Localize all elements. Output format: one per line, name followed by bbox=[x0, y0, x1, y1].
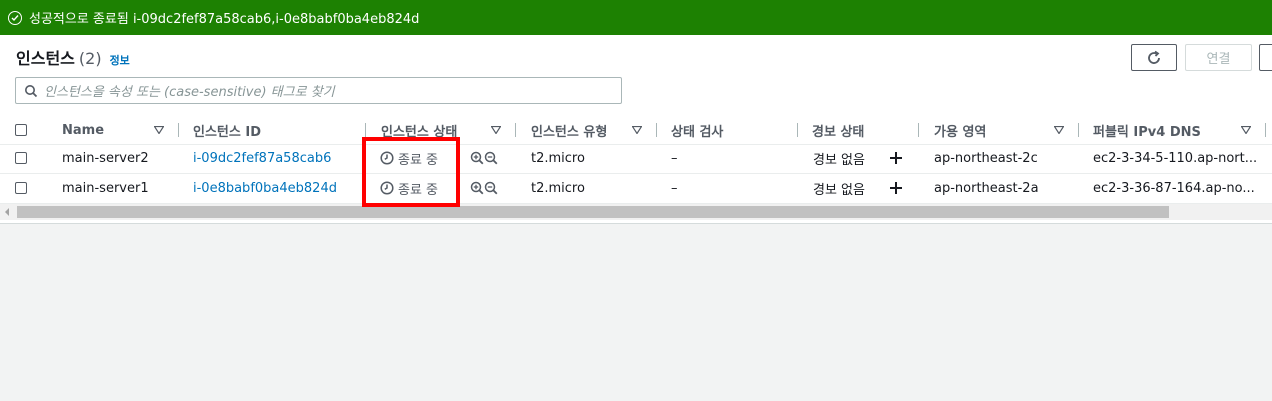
zoom-buttons bbox=[470, 173, 498, 203]
cell-instance-type: t2.micro bbox=[531, 180, 585, 196]
add-alarm-icon[interactable] bbox=[889, 143, 903, 173]
column-name[interactable]: Name bbox=[62, 116, 104, 144]
table-row[interactable]: main-server1 i-0e8babf0ba4eb824d 종료 중 t2… bbox=[0, 173, 1272, 204]
column-status-check[interactable]: 상태 검사 bbox=[671, 116, 723, 144]
refresh-icon bbox=[1148, 50, 1160, 64]
column-divider[interactable] bbox=[656, 123, 657, 137]
cell-instance-id-link[interactable]: i-0e8babf0ba4eb824d bbox=[193, 173, 337, 203]
column-divider[interactable] bbox=[178, 123, 179, 137]
column-divider[interactable] bbox=[797, 123, 798, 137]
table-header: Name 인스턴스 ID 인스턴스 상태 인스턴스 유형 상태 검사 경보 상태… bbox=[0, 116, 1272, 145]
cell-instance-id-link[interactable]: i-09dc2fef87a58cab6 bbox=[193, 143, 331, 173]
column-divider[interactable] bbox=[365, 123, 366, 137]
zoom-in-icon[interactable] bbox=[470, 151, 484, 165]
sort-icon[interactable] bbox=[1241, 116, 1251, 144]
cell-availability-zone: ap-northeast-2c bbox=[934, 150, 1038, 166]
column-divider[interactable] bbox=[1078, 123, 1079, 137]
cell-status-check: – bbox=[671, 180, 678, 196]
search-input[interactable]: 인스턴스을 속성 또는 (case-sensitive) 태그로 찾기 bbox=[15, 77, 622, 104]
sort-icon[interactable] bbox=[491, 116, 501, 144]
instances-panel: 인스턴스 (2) 정보 연결 인스턴스을 속성 또는 (case-sensitive… bbox=[0, 35, 1272, 224]
sort-icon[interactable] bbox=[632, 116, 642, 144]
highlight-box bbox=[362, 137, 460, 207]
add-alarm-icon[interactable] bbox=[889, 173, 903, 203]
horizontal-scrollbar[interactable] bbox=[0, 204, 1272, 220]
cell-instance-type: t2.micro bbox=[531, 150, 585, 166]
cell-availability-zone: ap-northeast-2a bbox=[934, 180, 1039, 196]
row-checkbox[interactable] bbox=[15, 182, 27, 194]
scrollbar-thumb[interactable] bbox=[17, 206, 1169, 218]
column-instance-type[interactable]: 인스턴스 유형 bbox=[531, 116, 607, 144]
column-availability-zone[interactable]: 가용 영역 bbox=[934, 116, 986, 144]
cell-public-dns: ec2-3-34-5-110.ap-nort... bbox=[1093, 150, 1258, 166]
connect-button[interactable]: 연결 bbox=[1185, 44, 1252, 71]
row-checkbox[interactable] bbox=[15, 152, 27, 164]
column-divider[interactable] bbox=[515, 123, 516, 137]
cell-name: main-server1 bbox=[62, 180, 149, 196]
actions-button[interactable] bbox=[1259, 44, 1272, 71]
cell-alarm-status: 경보 없음 bbox=[813, 152, 865, 168]
search-placeholder: 인스턴스을 속성 또는 (case-sensitive) 태그로 찾기 bbox=[44, 85, 335, 100]
info-link[interactable]: 정보 bbox=[110, 54, 130, 67]
column-divider[interactable] bbox=[1265, 123, 1266, 137]
title-text: 인스턴스 bbox=[16, 49, 75, 68]
refresh-button[interactable] bbox=[1131, 44, 1177, 71]
zoom-out-icon[interactable] bbox=[484, 181, 498, 195]
select-all-checkbox[interactable] bbox=[15, 124, 27, 136]
cell-public-dns: ec2-3-36-87-164.ap-no... bbox=[1093, 180, 1255, 196]
column-public-dns[interactable]: 퍼블릭 IPv4 DNS bbox=[1093, 116, 1201, 144]
page-title: 인스턴스 (2) 정보 bbox=[16, 45, 130, 69]
zoom-in-icon[interactable] bbox=[470, 181, 484, 195]
zoom-buttons bbox=[470, 143, 498, 173]
success-flash-bar: 성공적으로 종료됨 i-09dc2fef87a58cab6,i-0e8babf0… bbox=[0, 0, 1272, 35]
sort-icon[interactable] bbox=[1054, 116, 1064, 144]
zoom-out-icon[interactable] bbox=[484, 151, 498, 165]
cell-alarm-status: 경보 없음 bbox=[813, 182, 865, 198]
scroll-left-arrow-icon[interactable] bbox=[3, 204, 11, 220]
cell-name: main-server2 bbox=[62, 150, 149, 166]
sort-icon[interactable] bbox=[154, 116, 164, 144]
search-icon bbox=[25, 84, 38, 97]
check-circle-icon bbox=[8, 10, 22, 25]
cell-status-check: – bbox=[671, 150, 678, 166]
column-instance-id[interactable]: 인스턴스 ID bbox=[193, 116, 261, 144]
instance-count: (2) bbox=[78, 49, 102, 68]
column-divider[interactable] bbox=[918, 123, 919, 137]
column-alarm-status[interactable]: 경보 상태 bbox=[812, 116, 864, 144]
flash-message: 성공적으로 종료됨 i-09dc2fef87a58cab6,i-0e8babf0… bbox=[29, 12, 420, 27]
table-row[interactable]: main-server2 i-09dc2fef87a58cab6 종료 중 t2… bbox=[0, 143, 1272, 174]
